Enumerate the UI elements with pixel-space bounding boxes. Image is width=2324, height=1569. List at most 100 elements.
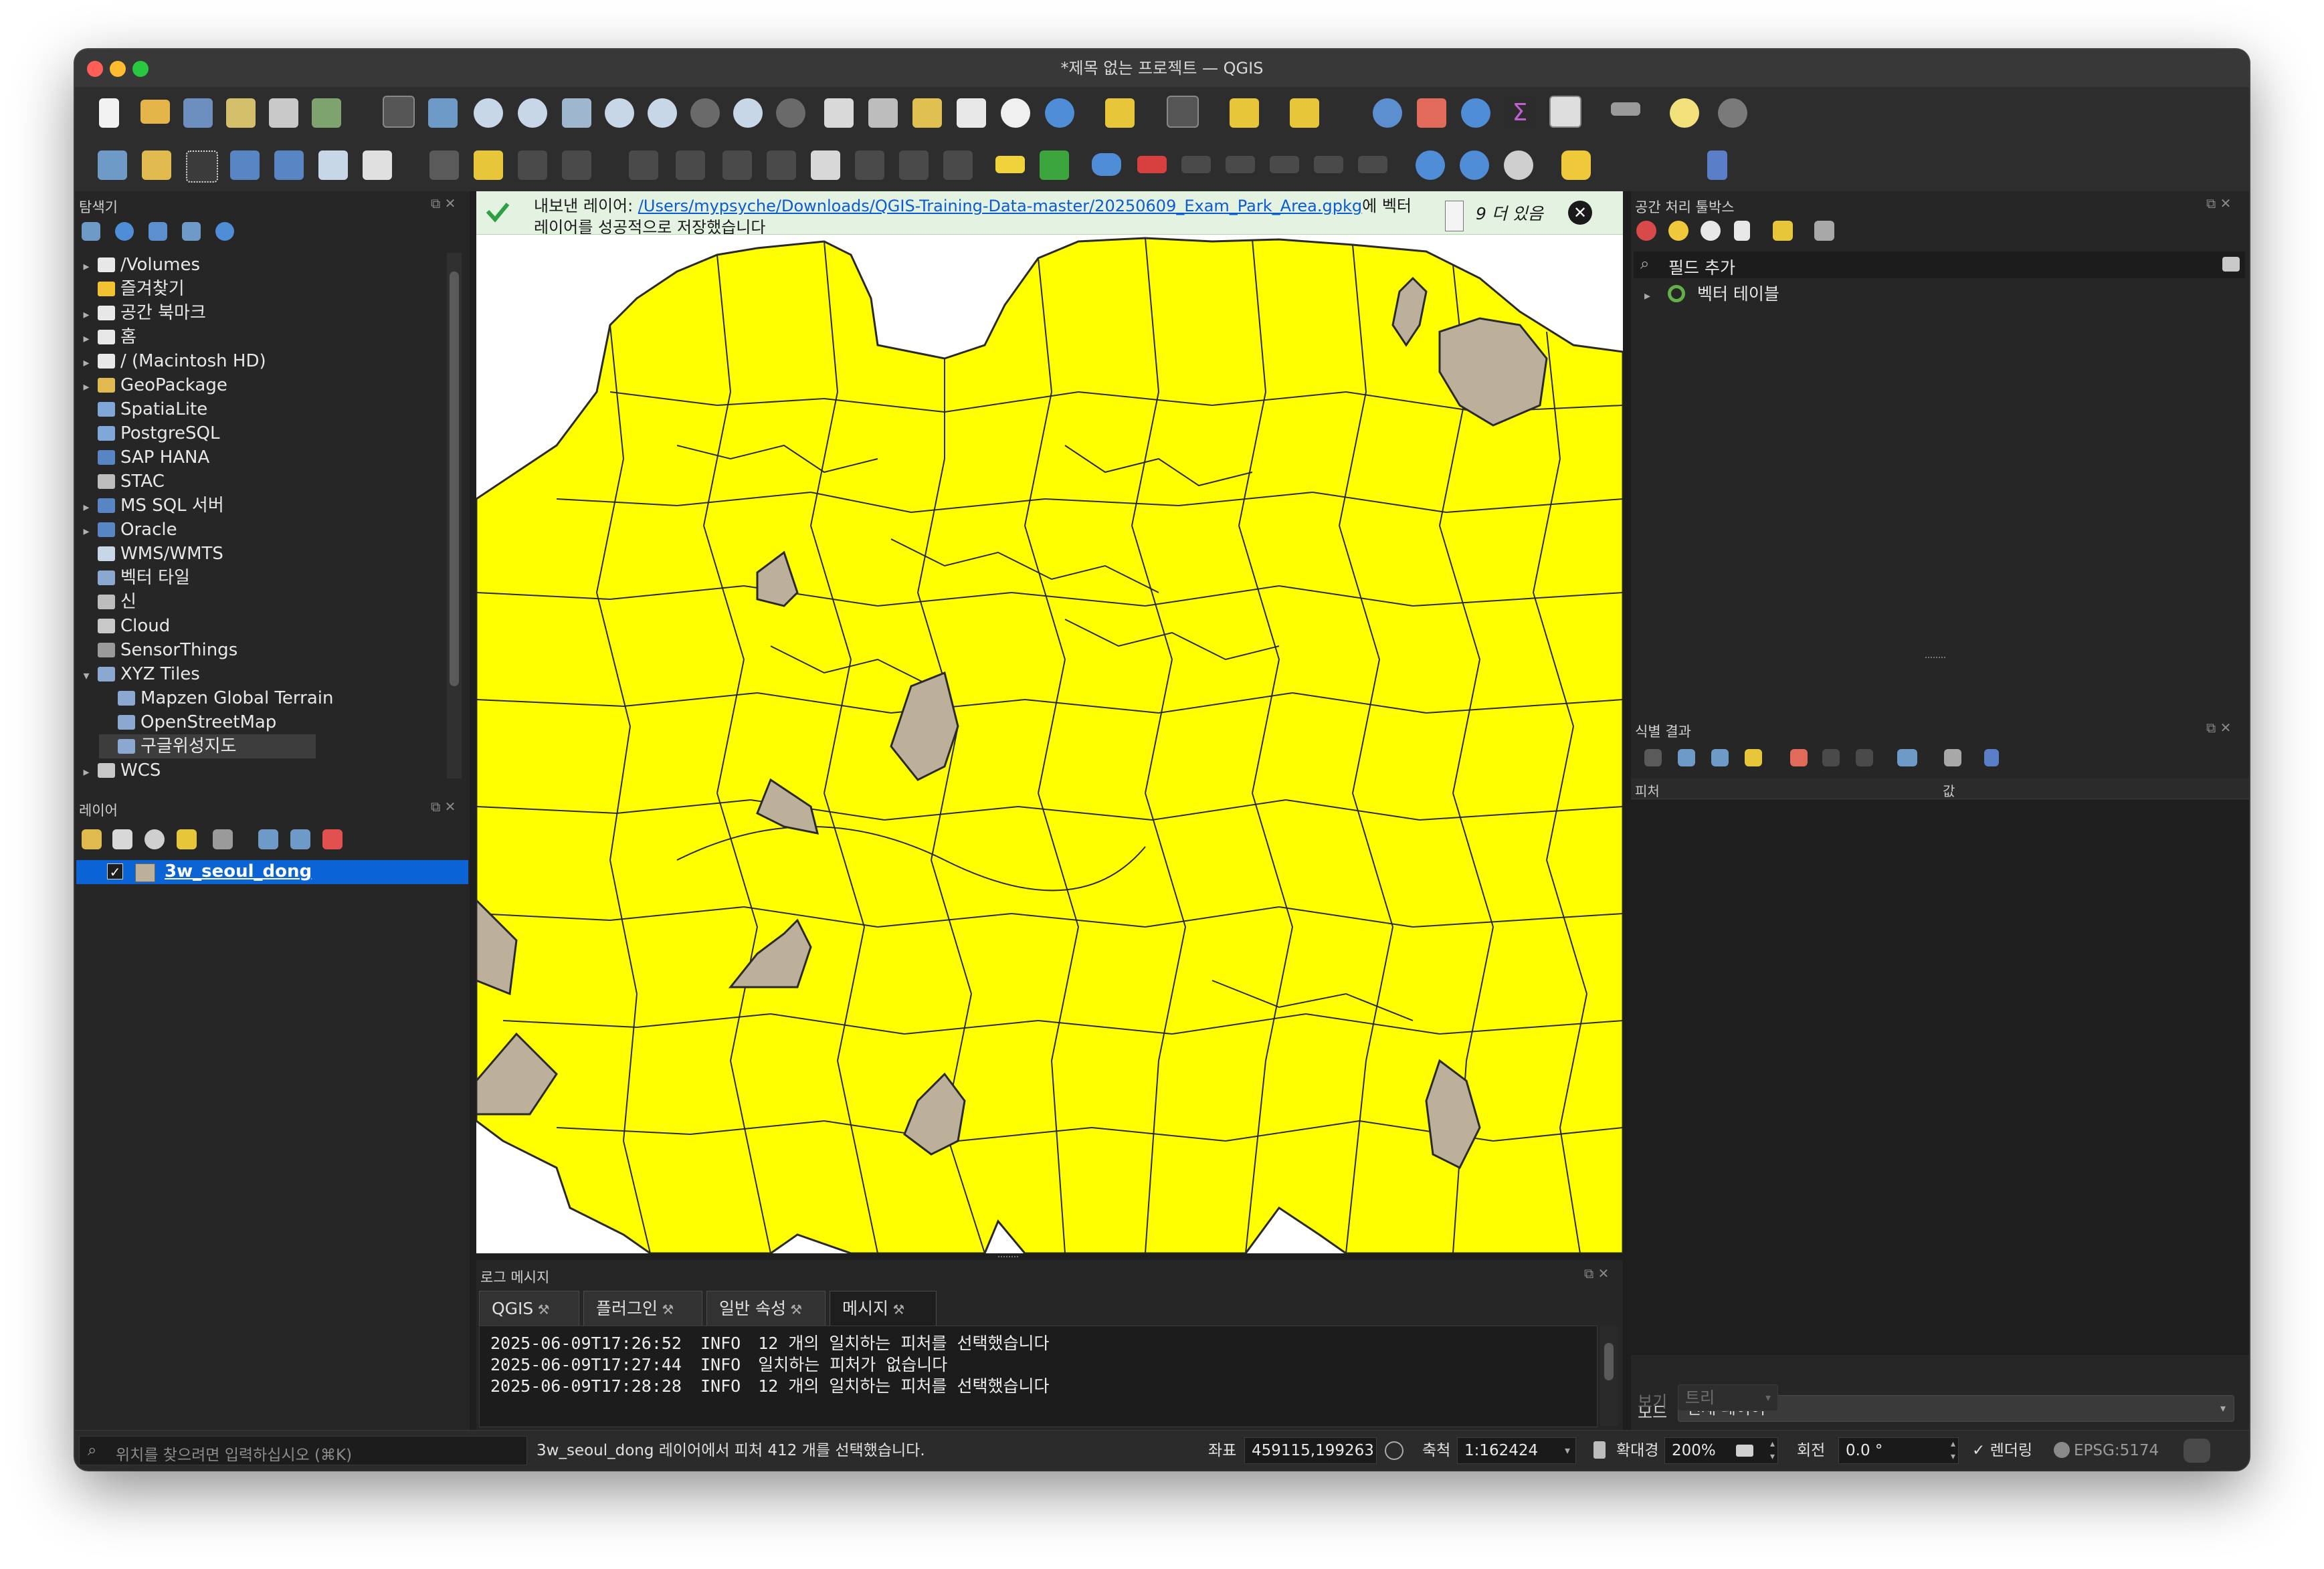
- deselect-icon[interactable]: [1230, 98, 1259, 128]
- close-tab-icon[interactable]: ⚒: [888, 1301, 904, 1318]
- layout-manager-icon[interactable]: [312, 98, 341, 128]
- identify-results-tree[interactable]: [1631, 800, 2249, 1355]
- bookmark-new-icon[interactable]: [912, 98, 942, 128]
- identify-help-icon[interactable]: [1984, 749, 1999, 766]
- new-virtual-layer-icon[interactable]: [274, 150, 304, 180]
- copy-features-icon[interactable]: [811, 150, 840, 180]
- browser-item[interactable]: ▸ GeoPackage: [79, 373, 227, 397]
- new-scratch-icon[interactable]: [363, 150, 392, 180]
- expand-arrow-icon[interactable]: ▸: [1644, 289, 1650, 303]
- browser-scrollbar[interactable]: [447, 253, 462, 778]
- print-layout-icon[interactable]: [269, 98, 298, 128]
- edit-features-in-place-icon[interactable]: [1773, 221, 1793, 241]
- lock-scale-icon[interactable]: [1593, 1441, 1606, 1459]
- close-tab-icon[interactable]: ⚒: [786, 1301, 802, 1318]
- label-rotate-icon[interactable]: [1270, 156, 1299, 173]
- label-pin-icon[interactable]: [1137, 156, 1167, 173]
- browser-item[interactable]: OpenStreetMap: [99, 710, 276, 734]
- help-icon[interactable]: [1707, 150, 1727, 180]
- processing-float-close-icon[interactable]: ⧉ ✕: [2206, 195, 2231, 211]
- label-highlight-icon[interactable]: [1092, 153, 1121, 176]
- refresh-icon[interactable]: [1045, 98, 1074, 128]
- browser-item[interactable]: Mapzen Global Terrain: [99, 686, 333, 710]
- new-3d-view-icon[interactable]: [868, 98, 898, 128]
- scale-combobox[interactable]: 1:162424 ▾: [1457, 1437, 1576, 1464]
- log-text-area[interactable]: 2025-06-09T17:26:52 INFO 12 개의 일치하는 피처를 선택…: [479, 1326, 1597, 1427]
- filter-expression-icon[interactable]: [213, 829, 233, 849]
- label-move-icon[interactable]: [1226, 156, 1255, 173]
- select-features-icon[interactable]: [1105, 98, 1135, 128]
- expand-arrow-icon[interactable]: ▸: [79, 303, 94, 327]
- collapse-results-icon[interactable]: [1711, 749, 1729, 766]
- show-bookmarks-icon[interactable]: [957, 98, 986, 128]
- new-project-icon[interactable]: [99, 98, 119, 128]
- label-change-icon[interactable]: [1314, 156, 1343, 173]
- models-icon[interactable]: [1636, 221, 1656, 241]
- browser-item[interactable]: SAP HANA: [79, 445, 209, 469]
- annotation-gear-icon[interactable]: [1718, 98, 1747, 128]
- filter-legend-icon[interactable]: [177, 829, 197, 849]
- log-tab[interactable]: QGIS ⚒: [479, 1291, 579, 1326]
- style-manager-icon[interactable]: [82, 829, 102, 849]
- open-project-icon[interactable]: [140, 100, 170, 124]
- save-as-icon[interactable]: [226, 98, 256, 128]
- expand-arrow-icon[interactable]: ▸: [79, 520, 94, 544]
- collapse-all-icon[interactable]: [182, 222, 201, 241]
- processing-tree-item[interactable]: ▸ 벡터 테이블: [1644, 282, 1779, 306]
- settings-gear-icon[interactable]: [1461, 98, 1490, 128]
- pan-to-selection-icon[interactable]: [428, 98, 458, 128]
- digitize-icon[interactable]: [562, 150, 591, 180]
- zoom-full-icon[interactable]: [562, 98, 591, 128]
- more-messages-label[interactable]: 9 더 있음: [1476, 201, 1543, 225]
- zoom-in-icon[interactable]: [474, 98, 503, 128]
- measure-icon[interactable]: [1611, 102, 1640, 116]
- save-project-icon[interactable]: [183, 98, 213, 128]
- browser-scroll-thumb[interactable]: [450, 272, 459, 686]
- cut-features-icon[interactable]: [767, 150, 796, 180]
- add-wcs-icon[interactable]: [1504, 150, 1533, 180]
- clear-magnifier-icon[interactable]: [1736, 1445, 1753, 1457]
- browser-item[interactable]: ▸ MS SQL 서버: [79, 494, 223, 518]
- current-edits-icon[interactable]: [429, 150, 459, 180]
- identify-mode-icon[interactable]: [1897, 749, 1917, 766]
- save-edits-icon[interactable]: [518, 150, 547, 180]
- new-geopackage-icon[interactable]: [142, 150, 171, 180]
- temporal-controller-icon[interactable]: [1001, 98, 1030, 128]
- expand-arrow-icon[interactable]: ▸: [79, 255, 94, 279]
- redo-icon[interactable]: [943, 150, 973, 180]
- zoom-last-icon[interactable]: [733, 98, 763, 128]
- expand-arrow-icon[interactable]: ▸: [79, 375, 94, 399]
- open-table-icon[interactable]: [1549, 96, 1581, 128]
- data-source-manager-icon[interactable]: [98, 150, 127, 180]
- zoom-to-layer-icon[interactable]: [648, 98, 677, 128]
- results-viewer-icon[interactable]: [1734, 221, 1750, 241]
- processing-search-input[interactable]: ⌕ 필드 추가: [1634, 251, 2245, 278]
- crs-button[interactable]: EPSG:5174: [2054, 1436, 2159, 1465]
- expand-new-icon[interactable]: [1745, 749, 1762, 766]
- statistics-sum-icon[interactable]: Σ: [1505, 98, 1535, 128]
- add-wfs-icon[interactable]: [1460, 150, 1489, 180]
- add-wms-icon[interactable]: [1416, 150, 1445, 180]
- log-tab[interactable]: 메시지 ⚒: [830, 1291, 937, 1326]
- zoom-next-icon[interactable]: [776, 98, 805, 128]
- log-splitter-handle[interactable]: [998, 1256, 1018, 1257]
- view-select[interactable]: 트리 ▾: [1678, 1384, 1778, 1411]
- log-tab[interactable]: 일반 속성 ⚒: [706, 1291, 826, 1326]
- browser-item[interactable]: 벡터 타일: [79, 566, 190, 590]
- feature-column-header[interactable]: 피처: [1635, 780, 1660, 800]
- label-diagram-icon[interactable]: [1040, 150, 1069, 180]
- select-location-icon[interactable]: [1290, 98, 1319, 128]
- browser-item[interactable]: STAC: [79, 469, 165, 494]
- browser-item[interactable]: 즐겨찾기: [79, 277, 185, 301]
- new-mesh-icon[interactable]: [318, 150, 348, 180]
- log-scrollbar[interactable]: [1600, 1326, 1618, 1426]
- select-by-value-icon[interactable]: [1167, 96, 1199, 128]
- browser-item[interactable]: PostgreSQL: [79, 421, 219, 445]
- expand-arrow-icon[interactable]: ▸: [79, 351, 94, 375]
- delete-selected-icon[interactable]: [722, 150, 752, 180]
- history-clock-icon[interactable]: [1701, 221, 1721, 241]
- render-checkbox[interactable]: ✓ 렌더링: [1972, 1436, 2032, 1465]
- close-message-icon[interactable]: ✕: [1568, 201, 1592, 225]
- clear-results-icon[interactable]: [1790, 749, 1808, 766]
- log-panel-float-close-icon[interactable]: ⧉ ✕: [1584, 1265, 1609, 1281]
